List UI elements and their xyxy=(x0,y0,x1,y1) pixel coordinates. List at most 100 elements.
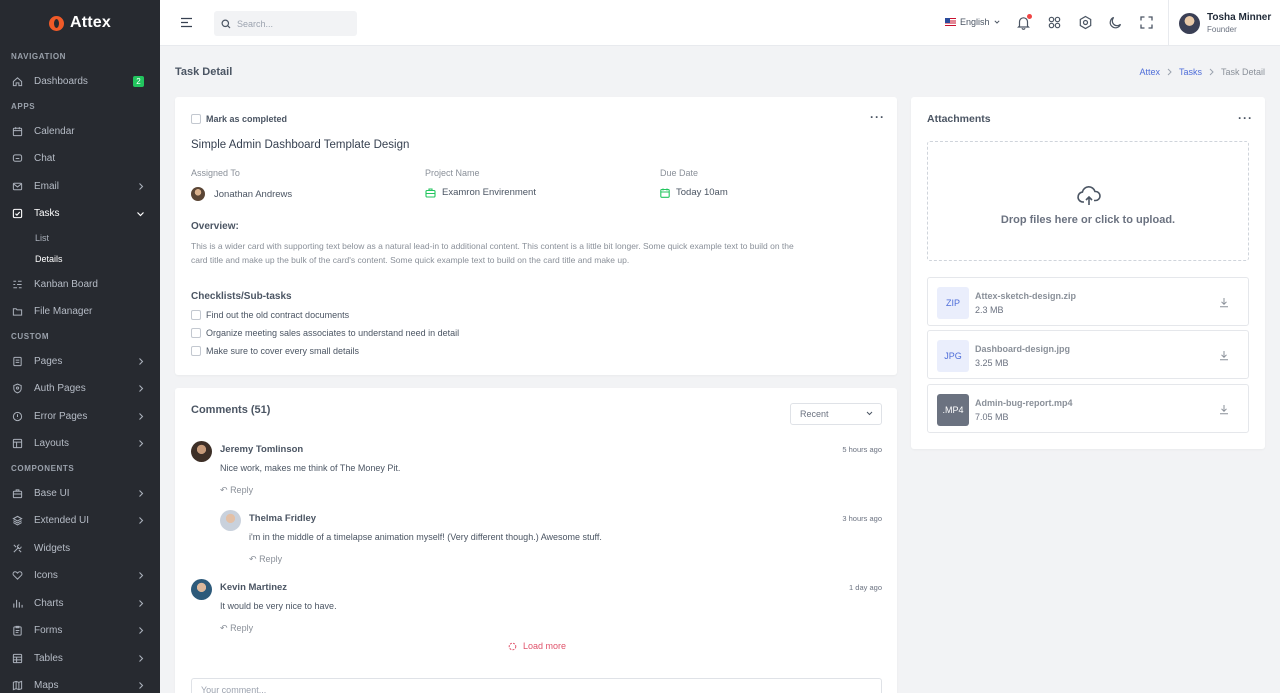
comments-card: Comments (51) Recent Jeremy Tomlinson 5 … xyxy=(175,388,897,693)
section-apps: APPS xyxy=(11,101,36,111)
checklist-item[interactable]: Find out the old contract documents xyxy=(191,310,349,320)
sidebar-item-extended-ui[interactable]: Extended UI xyxy=(0,507,160,535)
reply-link[interactable]: ↶ Reply xyxy=(220,623,253,634)
load-more-button[interactable]: Load more xyxy=(508,641,566,651)
reply-icon: ↶ xyxy=(220,623,228,633)
checklist-checkbox[interactable] xyxy=(191,328,201,338)
sidebar-item-maps[interactable]: Maps xyxy=(0,672,160,693)
breadcrumb-current: Task Detail xyxy=(1220,67,1265,77)
chevron-down-icon xyxy=(866,411,873,416)
checklist-checkbox[interactable] xyxy=(191,346,201,356)
search-input[interactable] xyxy=(237,18,347,29)
chevron-down-icon xyxy=(137,212,144,217)
file-name[interactable]: Attex-sketch-design.zip xyxy=(975,291,1076,301)
sidebar-item-dashboards[interactable]: Dashboards 2 xyxy=(0,68,160,96)
sidebar-item-kanban[interactable]: Kanban Board xyxy=(0,271,160,299)
reply-label: Reply xyxy=(259,554,283,564)
attachment-file[interactable]: .MP4 Admin-bug-report.mp4 7.05 MB xyxy=(927,384,1249,433)
comments-sort-select[interactable]: Recent xyxy=(790,403,882,425)
notification-bell-icon[interactable] xyxy=(1016,14,1032,30)
breadcrumb-tasks[interactable]: Tasks xyxy=(1179,67,1202,77)
more-options-icon[interactable]: ··· xyxy=(870,111,884,123)
comment: Jeremy Tomlinson 5 hours ago Nice work, … xyxy=(191,441,882,501)
fullscreen-icon[interactable] xyxy=(1139,15,1154,30)
sidebar-item-label: Chat xyxy=(34,153,56,165)
sidebar-item-chat[interactable]: Chat xyxy=(0,145,160,173)
checkbox-icon xyxy=(12,208,23,219)
mail-icon xyxy=(12,181,23,192)
sidebar-item-layouts[interactable]: Layouts xyxy=(0,430,160,458)
logo-icon xyxy=(48,15,64,31)
sidebar-item-charts[interactable]: Charts xyxy=(0,590,160,618)
chevron-down-icon xyxy=(993,20,1000,24)
comment-time: 3 hours ago xyxy=(842,514,882,523)
commenter-name[interactable]: Thelma Fridley xyxy=(249,513,316,524)
overview-line-2: card title and make up the bulk of the c… xyxy=(191,255,630,265)
checklist-item[interactable]: Organize meeting sales associates to und… xyxy=(191,328,459,338)
attachment-file[interactable]: JPG Dashboard-design.jpg 3.25 MB xyxy=(927,330,1249,379)
file-name[interactable]: Admin-bug-report.mp4 xyxy=(975,398,1073,408)
file-dropzone[interactable]: Drop files here or click to upload. xyxy=(927,141,1249,261)
heart-icon xyxy=(12,570,23,581)
sidebar-item-label: Email xyxy=(34,180,60,192)
comment-input[interactable] xyxy=(191,678,882,693)
reply-icon: ↶ xyxy=(249,554,257,564)
sidebar-item-tasks[interactable]: Tasks xyxy=(0,200,160,228)
checklist-checkbox[interactable] xyxy=(191,310,201,320)
sidebar-item-label: Widgets xyxy=(34,542,71,554)
sidebar-item-icons[interactable]: Icons xyxy=(0,562,160,590)
commenter-name[interactable]: Kevin Martinez xyxy=(220,582,287,593)
checklist-label: Find out the old contract documents xyxy=(206,310,350,320)
apps-grid-icon[interactable] xyxy=(1047,15,1062,30)
brand-logo[interactable]: Attex xyxy=(0,0,160,46)
search-icon xyxy=(221,19,231,28)
file-name[interactable]: Dashboard-design.jpg xyxy=(975,344,1070,354)
sidebar-item-label: Kanban Board xyxy=(34,278,98,290)
attachments-card: Attachments ··· Drop files here or click… xyxy=(911,97,1265,449)
language-selector[interactable]: English xyxy=(945,17,1000,27)
reply-link[interactable]: ↶ Reply xyxy=(249,554,282,565)
sidebar-item-base-ui[interactable]: Base UI xyxy=(0,480,160,508)
sidebar-item-email[interactable]: Email xyxy=(0,173,160,201)
sidebar-item-calendar[interactable]: Calendar xyxy=(0,118,160,146)
language-label: English xyxy=(960,17,990,27)
breadcrumb-attex[interactable]: Attex xyxy=(1139,67,1160,77)
sidebar-item-file-manager[interactable]: File Manager xyxy=(0,298,160,326)
download-icon[interactable] xyxy=(1219,350,1229,361)
file-type-badge: JPG xyxy=(937,340,969,372)
attachment-file[interactable]: ZIP Attex-sketch-design.zip 2.3 MB xyxy=(927,277,1249,326)
reply-link[interactable]: ↶ Reply xyxy=(220,485,253,496)
sidebar-item-auth-pages[interactable]: Auth Pages xyxy=(0,375,160,403)
sidebar-item-tables[interactable]: Tables xyxy=(0,645,160,673)
chevron-right-icon xyxy=(139,440,144,447)
user-menu[interactable]: Tosha Minner Founder xyxy=(1168,0,1280,46)
commenter-name[interactable]: Jeremy Tomlinson xyxy=(220,444,303,455)
sidebar-subitem-list[interactable]: List xyxy=(0,228,160,250)
sidebar-item-forms[interactable]: Forms xyxy=(0,617,160,645)
table-icon xyxy=(12,653,23,664)
sidebar-item-widgets[interactable]: Widgets xyxy=(0,535,160,563)
checklist-label: Organize meeting sales associates to und… xyxy=(206,328,460,338)
section-custom: CUSTOM xyxy=(11,331,50,341)
assigned-to: Assigned To Jonathan Andrews xyxy=(191,168,292,201)
sidebar-item-pages[interactable]: Pages xyxy=(0,348,160,376)
download-icon[interactable] xyxy=(1219,297,1229,308)
briefcase-icon xyxy=(425,187,436,198)
more-options-icon[interactable]: ··· xyxy=(1238,112,1252,124)
mark-completed[interactable]: Mark as completed xyxy=(191,114,287,124)
mark-completed-checkbox[interactable] xyxy=(191,114,201,124)
sidebar-subitem-details[interactable]: Details xyxy=(0,249,160,271)
dropzone-text: Drop files here or click to upload. xyxy=(1000,214,1176,226)
file-size: 3.25 MB xyxy=(975,358,1009,368)
reply-icon: ↶ xyxy=(220,485,228,495)
sidebar-item-error-pages[interactable]: Error Pages xyxy=(0,403,160,431)
download-icon[interactable] xyxy=(1219,404,1229,415)
file-size: 7.05 MB xyxy=(975,412,1009,422)
sidebar-item-label: Maps xyxy=(34,680,59,692)
us-flag-icon xyxy=(945,18,956,26)
menu-toggle-icon[interactable] xyxy=(180,16,193,29)
dark-mode-moon-icon[interactable] xyxy=(1108,15,1123,30)
settings-gear-icon[interactable] xyxy=(1078,15,1093,30)
notification-dot xyxy=(1027,14,1032,19)
checklist-item[interactable]: Make sure to cover every small details xyxy=(191,346,359,356)
